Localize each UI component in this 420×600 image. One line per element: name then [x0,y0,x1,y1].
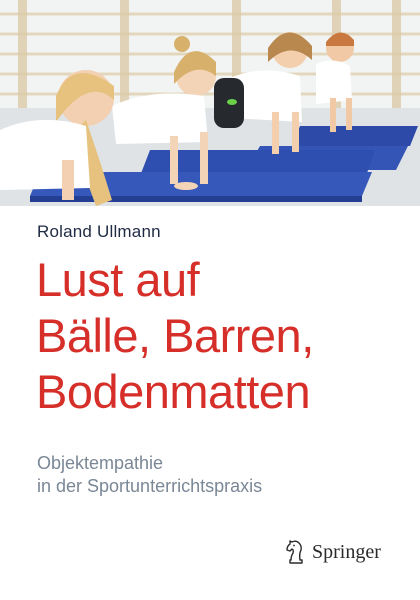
subtitle-line-1: Objektempathie [37,453,164,473]
publisher-name: Springer [312,540,381,563]
publisher-logo: Springer [285,538,381,566]
subtitle-line-2: in der Sportunterrichtspraxis [37,476,263,496]
book-subtitle: Objektempathie in der Sportunterrichtspr… [37,452,397,498]
author-name: Roland Ullmann [37,222,161,241]
gym-scene-illustration [0,0,420,206]
book-title: Lust auf Bälle, Barren, Bodenmatten [36,252,406,420]
title-line-3: Bodenmatten [36,365,311,418]
chess-knight-icon [286,540,303,564]
cover-photo [0,0,420,206]
title-line-1: Lust auf [36,253,200,306]
book-cover: Roland Ullmann Lust auf Bälle, Barren, B… [0,0,420,600]
title-line-2: Bälle, Barren, [36,309,314,362]
